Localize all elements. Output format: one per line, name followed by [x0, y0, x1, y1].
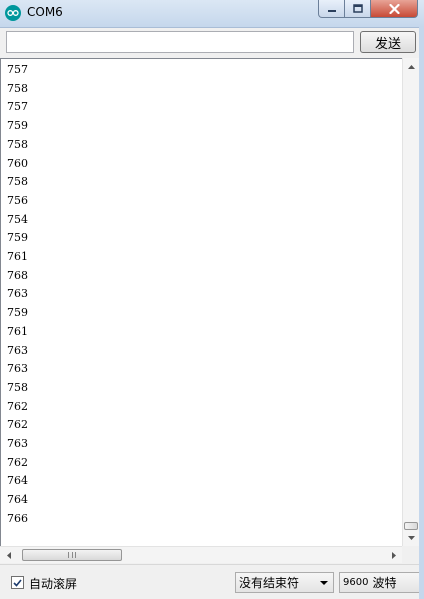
- horizontal-scrollbar[interactable]: [0, 546, 402, 563]
- close-icon: [388, 3, 400, 14]
- output-line: 761: [7, 324, 28, 338]
- send-button[interactable]: 发送: [360, 31, 416, 53]
- output-line: 766: [7, 511, 28, 525]
- scroll-up-button[interactable]: [403, 58, 419, 75]
- output-line: 762: [7, 455, 28, 469]
- output-line: 758: [7, 137, 28, 151]
- title-bar: COM6: [0, 0, 424, 28]
- arrow-left-icon: [6, 551, 11, 559]
- horizontal-scroll-thumb[interactable]: [22, 549, 122, 561]
- output-line: 763: [7, 343, 28, 357]
- output-line: 760: [7, 156, 28, 170]
- output-line: 759: [7, 119, 28, 133]
- baud-rate-value: 9600: [343, 577, 369, 588]
- output-line: 764: [7, 493, 28, 507]
- checkmark-icon: [13, 578, 22, 587]
- grip-icon: [68, 552, 76, 558]
- output-line: 757: [7, 63, 28, 76]
- output-line: 768: [7, 268, 28, 282]
- maximize-icon: [352, 4, 363, 13]
- output-line: 757: [7, 100, 28, 114]
- output-line: 759: [7, 231, 28, 245]
- maximize-button[interactable]: [345, 0, 371, 18]
- scroll-left-button[interactable]: [0, 547, 17, 563]
- arrow-right-icon: [391, 551, 396, 559]
- vertical-scrollbar[interactable]: [402, 58, 419, 546]
- output-line: 762: [7, 399, 28, 413]
- output-line: 758: [7, 380, 28, 394]
- output-line: 759: [7, 306, 28, 320]
- scroll-right-button[interactable]: [385, 547, 402, 563]
- send-input[interactable]: [6, 31, 354, 53]
- arduino-infinity-icon: [5, 5, 21, 21]
- output-line: 756: [7, 193, 28, 207]
- output-line: 763: [7, 437, 28, 450]
- arrow-up-icon: [407, 64, 415, 69]
- window-frame: [419, 27, 424, 599]
- minimize-button[interactable]: [318, 0, 345, 18]
- minimize-icon: [327, 9, 336, 12]
- chevron-down-icon: [320, 581, 328, 585]
- autoscroll-label: 自动滚屏: [29, 577, 78, 591]
- output-line: 758: [7, 81, 28, 95]
- baud-rate-unit: 波特: [372, 576, 397, 590]
- output-line: 762: [7, 418, 28, 432]
- line-ending-value: 没有结束符: [239, 576, 300, 590]
- window-title: COM6: [27, 5, 63, 19]
- output-line: 758: [7, 175, 28, 189]
- arrow-down-icon: [407, 535, 415, 540]
- close-button[interactable]: [371, 0, 418, 18]
- serial-output[interactable]: 757 758 757 759 758 760 758 756 754 759 761 768 763 7…: [0, 58, 402, 546]
- line-ending-select[interactable]: 没有结束符: [235, 572, 334, 593]
- output-line: 761: [7, 250, 28, 263]
- output-line: 763: [7, 362, 28, 376]
- status-bar: 自动滚屏 没有结束符 9600 波特: [0, 564, 419, 599]
- baud-rate-select[interactable]: 9600 波特: [339, 572, 419, 593]
- scrollbar-corner: [402, 546, 419, 563]
- autoscroll-checkbox[interactable]: [11, 576, 24, 589]
- output-line: 764: [7, 474, 28, 488]
- output-line: 754: [7, 212, 28, 226]
- scroll-down-button[interactable]: [403, 529, 419, 546]
- output-line: 763: [7, 287, 28, 301]
